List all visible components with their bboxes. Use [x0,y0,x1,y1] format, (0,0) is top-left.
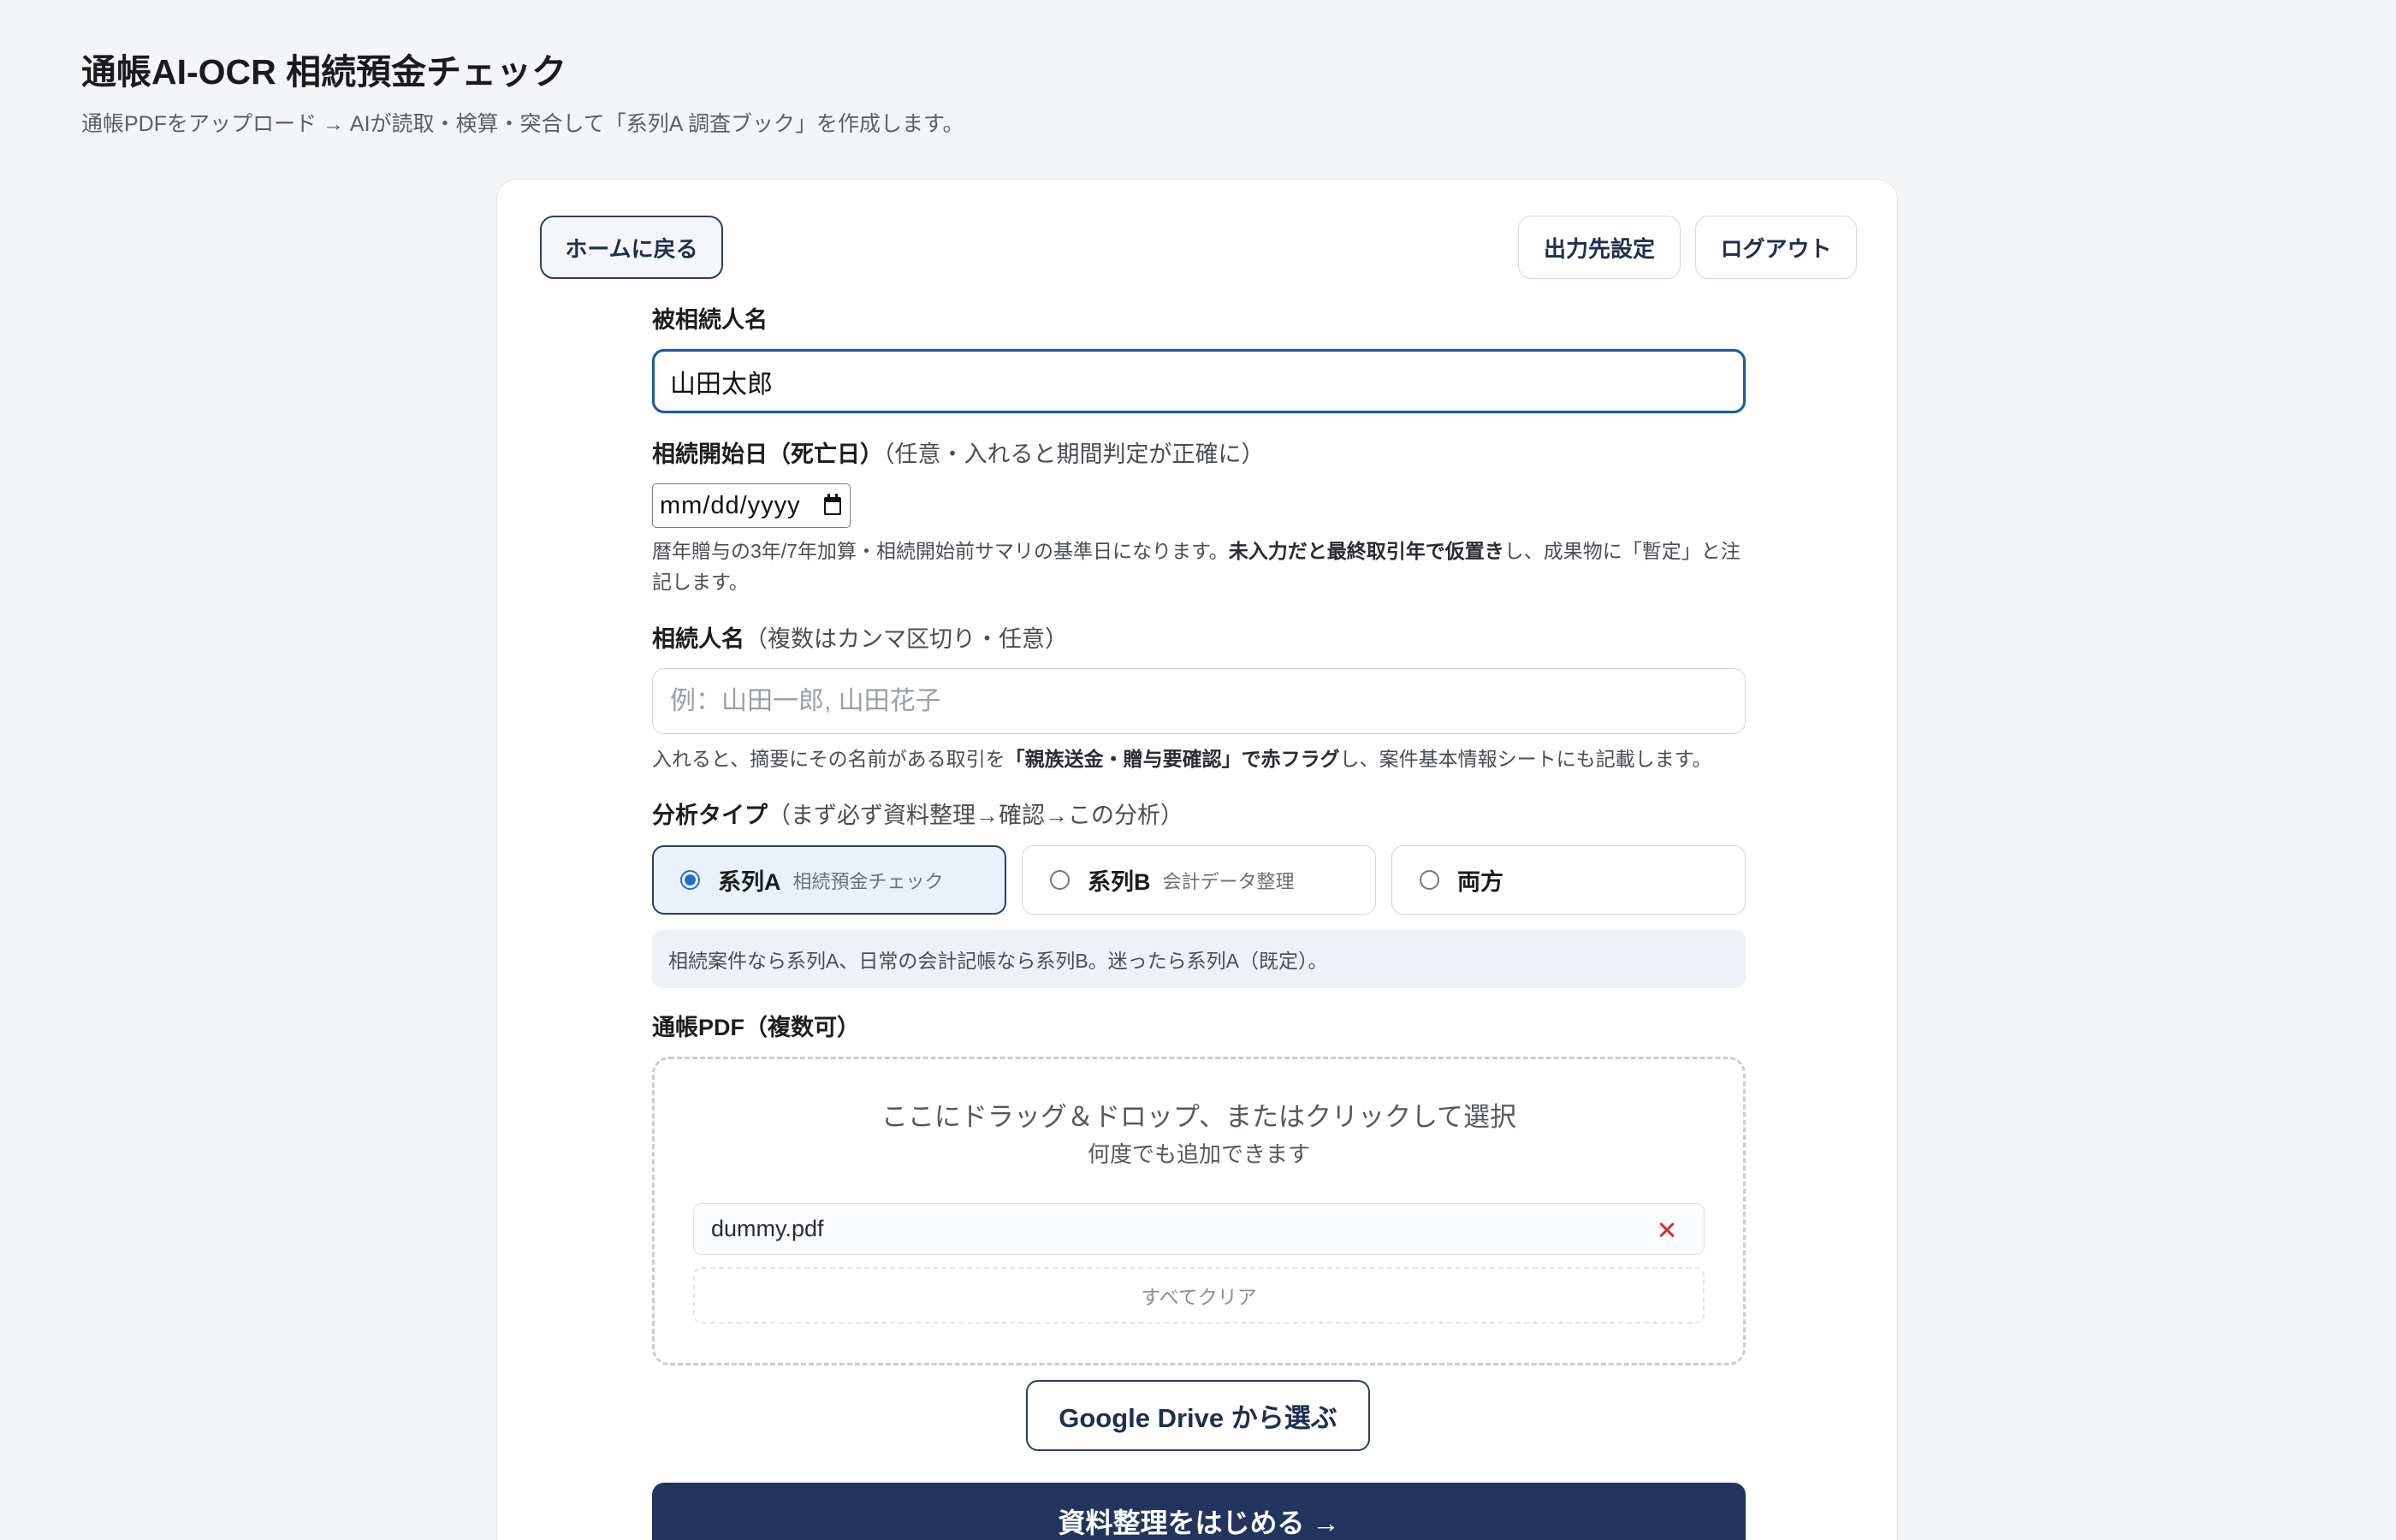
decedent-label-text: 被相続人名 [652,307,768,333]
page-subtitle: 通帳PDFをアップロード → AIが読取・検算・突合して「系列A 調査ブック」を… [81,112,964,136]
decedent-label: 被相続人名 [652,305,768,335]
analysis-type-label-text: 分析タイプ [652,803,768,828]
upload-form: 被相続人名 相続開始日（死亡日）（任意・入れると期間判定が正確に） mm/dd/… [652,180,1746,1540]
heirs-label-text: 相続人名 [652,626,744,652]
heirs-label: 相続人名（複数はカンマ区切り・任意） [652,624,1068,654]
option-label: 系列A [718,869,781,895]
analysis-type-label: 分析タイプ（まず必ず資料整理→確認→この分析） [652,800,1183,831]
radio-icon[interactable] [1420,870,1439,890]
clear-all-button[interactable]: すべてクリア [693,1267,1705,1324]
page: 通帳AI-OCR 相続預金チェック 通帳PDFをアップロード → AIが読取・検… [0,0,2396,1540]
pdf-dropzone[interactable]: ここにドラッグ＆ドロップ、またはクリックして選択 何度でも追加できます dumm… [652,1057,1746,1365]
heirs-help: 入れると、摘要にその名前がある取引を「親族送金・贈与要確認」で赤フラグし、案件基… [652,743,1746,774]
option-description: 相続預金チェック [792,870,944,892]
heirs-input[interactable] [652,668,1746,734]
pdf-label: 通帳PDF（複数可） [652,1012,860,1043]
dropzone-subtext: 何度でも追加できます [1087,1141,1310,1167]
start-date-help-pre: 暦年贈与の3年/7年加算・相続開始前サマリの基準日になります。 [652,540,1229,562]
google-drive-button[interactable]: Google Drive から選ぶ [1026,1380,1370,1451]
analysis-type-options: 系列A 相続預金チェック 系列B 会計データ整理 両方 [652,845,1746,915]
heirs-help-pre: 入れると、摘要にその名前がある取引を [652,748,1005,770]
radio-icon[interactable] [680,870,700,890]
analysis-type-info: 相続案件なら系列A、日常の会計記帳なら系列B。迷ったら系列A（既定）。 [652,930,1746,988]
option-both[interactable]: 両方 [1391,845,1746,915]
heirs-help-post: し、案件基本情報シートにも記載します。 [1339,748,1712,770]
start-organizing-button[interactable]: 資料整理をはじめる → [652,1483,1746,1540]
option-description: 会計データ整理 [1162,870,1295,892]
dropzone-text: ここにドラッグ＆ドロップ、またはクリックして選択 [881,1102,1517,1132]
decedent-name-input[interactable] [652,349,1746,413]
option-label: 両方 [1457,869,1503,895]
calendar-icon[interactable] [824,494,841,515]
option-label: 系列B [1088,869,1151,895]
option-series-b[interactable]: 系列B 会計データ整理 [1022,845,1376,915]
start-date-input[interactable]: mm/dd/yyyy [652,483,851,528]
page-title: 通帳AI-OCR 相続預金チェック [81,52,567,92]
pdf-label-text: 通帳PDF（複数可） [652,1015,860,1040]
analysis-type-label-note: （まず必ず資料整理→確認→この分析） [768,803,1183,828]
start-date-help: 暦年贈与の3年/7年加算・相続開始前サマリの基準日になります。未入力だと最終取引… [652,536,1746,597]
file-name: dummy.pdf [711,1216,824,1241]
start-date-label-text: 相続開始日（死亡日） [652,441,883,467]
close-icon[interactable] [1658,1221,1675,1238]
start-date-label: 相続開始日（死亡日）（任意・入れると期間判定が正確に） [652,439,1265,470]
main-card: ホームに戻る 出力先設定 ログアウト 被相続人名 相続開始日（死亡日）（任意・入… [496,179,1898,1540]
option-series-a[interactable]: 系列A 相続預金チェック [652,845,1006,915]
heirs-help-bold: 「親族送金・贈与要確認」で赤フラグ [1005,748,1340,770]
start-date-value: mm/dd/yyyy [660,491,801,519]
start-date-help-bold: 未入力だと最終取引年で仮置き [1228,540,1504,562]
start-date-label-note: （任意・入れると期間判定が正確に） [883,441,1265,467]
file-list-item: dummy.pdf [693,1203,1705,1255]
radio-icon[interactable] [1050,870,1070,890]
heirs-label-note: （複数はカンマ区切り・任意） [744,626,1068,652]
